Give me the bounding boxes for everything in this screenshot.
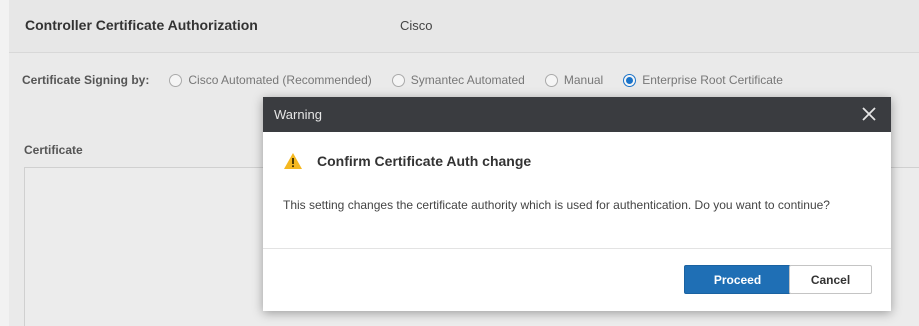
dialog-message: This setting changes the certificate aut… [283,198,830,212]
page: Controller Certificate Authorization Cis… [0,0,919,326]
radio-button-selected[interactable] [623,73,637,87]
radio-cisco-automated[interactable]: Cisco Automated (Recommended) [169,73,372,87]
radio-label: Cisco Automated (Recommended) [188,73,372,87]
divider [263,248,891,249]
section-title: Controller Certificate Authorization [25,17,258,33]
close-icon[interactable] [859,104,879,124]
certificate-signing-row: Certificate Signing by: Cisco Automated … [22,70,803,90]
signing-label: Certificate Signing by: [22,73,150,87]
radio-label: Enterprise Root Certificate [642,73,783,87]
radio-enterprise-root[interactable]: Enterprise Root Certificate [623,73,783,87]
radio-button[interactable] [169,73,183,87]
warning-dialog: Warning Confirm Certificate Auth change … [263,97,891,311]
radio-button[interactable] [544,73,558,87]
header-row: Controller Certificate Authorization Cis… [9,0,919,53]
section-value: Cisco [400,18,433,33]
warning-icon [284,153,302,169]
radio-button[interactable] [391,73,405,87]
certificate-label: Certificate [24,143,83,157]
dialog-heading: Confirm Certificate Auth change [317,153,532,169]
radio-manual[interactable]: Manual [544,73,604,87]
cancel-button[interactable]: Cancel [789,265,872,294]
dialog-title: Warning [274,107,322,122]
dialog-header: Warning [263,97,891,132]
proceed-button[interactable]: Proceed [684,265,791,294]
radio-label: Manual [563,73,604,87]
dialog-heading-row: Confirm Certificate Auth change [283,152,531,170]
radio-label: Symantec Automated [410,73,525,87]
radio-symantec-automated[interactable]: Symantec Automated [391,73,525,87]
